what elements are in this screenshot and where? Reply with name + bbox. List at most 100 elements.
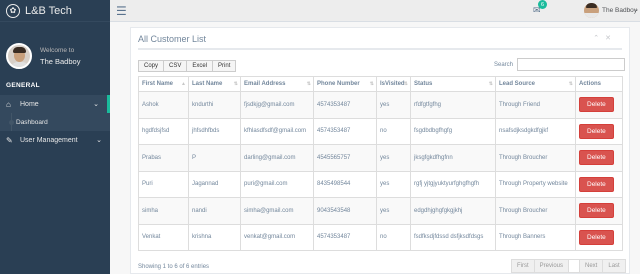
actions-cell: Delete <box>575 144 623 172</box>
pagination: First Previous Next Last <box>511 259 626 273</box>
export-buttons: Copy CSV Excel Print <box>138 60 237 72</box>
chevron-down-icon[interactable]: ⌄ <box>634 6 639 13</box>
lead-source-cell: nsafsdjksdgkdfgjkf <box>495 117 576 145</box>
table-row: Prabas Pdarling@gmail.com 4545565757 yes jks… <box>138 144 623 172</box>
copy-button[interactable]: Copy <box>138 60 165 72</box>
lead-source-cell: Through Broucher <box>495 144 576 172</box>
isvisited-cell: no <box>376 223 411 251</box>
col-actions[interactable]: Actions <box>575 76 623 92</box>
lead-source-cell: Through Banners <box>495 223 576 251</box>
panel-title: All Customer List <box>138 34 207 44</box>
first-name-cell: Ashok <box>138 91 189 119</box>
top-nav: ☰ ✉ 6 The Badboy ⌄ <box>110 0 640 22</box>
section-title: GENERAL <box>6 82 40 89</box>
sidebar-item-home[interactable]: ⌂ Home ⌄ <box>0 95 110 113</box>
lead-source-cell: Through Broucher <box>495 197 576 225</box>
actions-cell: Delete <box>575 170 623 198</box>
email-cell: venkat@gmail.com <box>240 223 314 251</box>
last-page-button[interactable]: Last <box>602 259 626 273</box>
table-body: Ashok kndurthi fjsdkjg@gmail.com 4574353487… <box>138 91 623 251</box>
edit-icon: ✎ <box>6 135 13 145</box>
status-cell: jksgfgkdfhgfnn <box>410 144 496 172</box>
actions-cell: Delete <box>575 197 623 225</box>
sort-icon: ⇅ <box>488 81 493 87</box>
actions-cell: Delete <box>575 91 623 119</box>
last-name-cell: kndurthi <box>188 91 241 119</box>
customer-list-panel: All Customer List ⌃ ✕ Copy CSV Excel Prin… <box>130 27 630 274</box>
last-name-cell: Jagannad <box>188 170 241 198</box>
sidebar-item-user-management[interactable]: ✎ User Management ⌄ <box>0 131 110 149</box>
brand[interactable]: ✿ L&B Tech <box>0 0 110 22</box>
panel-tools: ⌃ ✕ <box>587 34 611 42</box>
sidebar-item-label: User Management <box>20 136 78 144</box>
last-name-cell: P <box>188 144 241 172</box>
status-cell: rgfj yjtgjyuktyurfghgfhgfh <box>410 170 496 198</box>
last-name-cell: nandi <box>188 197 241 225</box>
col-phone[interactable]: Phone Number ⇅ <box>313 76 377 92</box>
phone-cell: 9043543548 <box>313 197 377 225</box>
collapse-icon[interactable]: ⌃ <box>593 35 599 42</box>
avatar <box>6 43 32 69</box>
first-page-button[interactable]: First <box>511 259 535 273</box>
sidebar-subitem-dashboard[interactable]: Dashboard <box>0 113 110 131</box>
first-name-cell: hgdfdsjfsd <box>138 117 189 145</box>
col-lead-source[interactable]: Lead Source ⇅ <box>495 76 576 92</box>
first-name-cell: Prabas <box>138 144 189 172</box>
isvisited-cell: yes <box>376 91 411 119</box>
phone-cell: 4574353487 <box>313 117 377 145</box>
next-page-button[interactable]: Next <box>579 259 604 273</box>
sort-icon: ⇅ <box>568 81 573 87</box>
search-input[interactable] <box>517 58 625 71</box>
delete-button[interactable]: Delete <box>579 123 614 139</box>
table-row: simha nandi simha@gmail.com 9043543548 yes ed… <box>138 197 623 225</box>
delete-button[interactable]: Delete <box>579 150 614 166</box>
lead-source-cell: Through Property website <box>495 170 576 198</box>
print-button[interactable]: Print <box>212 60 237 72</box>
excel-button[interactable]: Excel <box>186 60 214 72</box>
csv-button[interactable]: CSV <box>163 60 188 72</box>
col-status[interactable]: Status ⇅ <box>410 76 496 92</box>
phone-cell: 4574353487 <box>313 223 377 251</box>
close-icon[interactable]: ✕ <box>605 35 611 42</box>
profile: Welcome to The Badboy <box>0 22 110 80</box>
previous-page-button[interactable]: Previous <box>533 259 570 273</box>
table-info: Showing 1 to 6 of 6 entries <box>138 264 210 270</box>
table-row: Puri Jagannad puri@gmail.com 8435498544 yes r… <box>138 170 623 198</box>
delete-button[interactable]: Delete <box>579 97 614 113</box>
col-first-name[interactable]: First Name ▲ <box>138 76 189 92</box>
table-row: hgdfdsjfsd jhfsdhfbds kfhlasdfsdf@gmail.co… <box>138 117 623 145</box>
sidebar: ✿ L&B Tech Welcome to The Badboy GENERAL… <box>0 0 110 274</box>
email-cell: kfhlasdfsdf@gmail.com <box>240 117 314 145</box>
table-row: Venkat krishna venkat@gmail.com 4574353487 n… <box>138 223 623 251</box>
home-icon: ⌂ <box>6 99 11 109</box>
delete-button[interactable]: Delete <box>579 203 614 219</box>
bullet-icon <box>9 120 14 125</box>
table-row: Ashok kndurthi fjsdkjg@gmail.com 4574353487… <box>138 91 623 119</box>
status-cell: rfdfgtfgfhg <box>410 91 496 119</box>
sort-icon: ⇅ <box>369 81 374 87</box>
isvisited-cell: yes <box>376 170 411 198</box>
menu-toggle-icon[interactable]: ☰ <box>116 4 127 18</box>
chevron-down-icon: ⌄ <box>96 137 102 144</box>
sort-icon: ⇅ <box>403 81 408 87</box>
paw-icon: ✿ <box>6 3 20 18</box>
customer-table: First Name ▲ Last Name ⇅ Email Address ⇅ Ph… <box>138 76 623 251</box>
sidebar-item-label: Home <box>20 100 39 108</box>
user-menu[interactable]: The Badboy <box>602 7 637 14</box>
col-email[interactable]: Email Address ⇅ <box>240 76 314 92</box>
col-last-name[interactable]: Last Name ⇅ <box>188 76 241 92</box>
delete-button[interactable]: Delete <box>579 176 614 192</box>
chevron-down-icon: ⌄ <box>93 101 99 108</box>
phone-cell: 8435498544 <box>313 170 377 198</box>
divider <box>138 48 622 50</box>
col-isvisited[interactable]: IsVisited ⇅ <box>376 76 411 92</box>
delete-button[interactable]: Delete <box>579 229 614 245</box>
sidebar-nav: ⌂ Home ⌄ Dashboard ✎ User Management ⌄ <box>0 95 110 149</box>
last-name-cell: jhfsdhfbds <box>188 117 241 145</box>
status-cell: fsgdbdbgfhgfg <box>410 117 496 145</box>
user-avatar[interactable] <box>584 3 599 18</box>
phone-cell: 4574353487 <box>313 91 377 119</box>
phone-cell: 4545565757 <box>313 144 377 172</box>
sort-asc-icon: ▲ <box>181 81 186 87</box>
notification-badge: 6 <box>538 0 547 9</box>
